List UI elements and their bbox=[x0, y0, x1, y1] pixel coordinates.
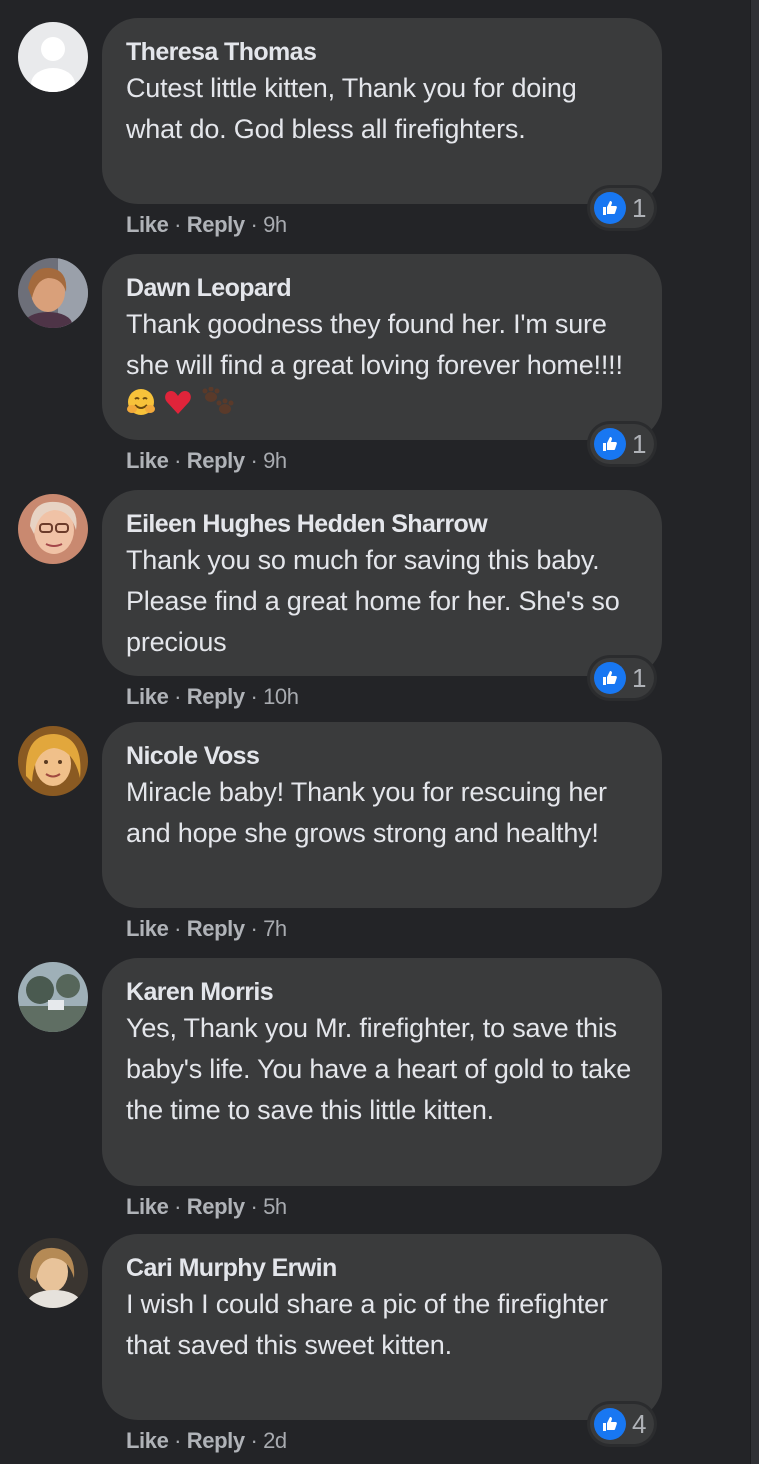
like-reaction-icon bbox=[594, 1408, 626, 1440]
avatar[interactable] bbox=[18, 726, 88, 796]
comment-text: Thank you so much for saving this baby. … bbox=[126, 545, 620, 657]
red-heart-emoji bbox=[163, 387, 193, 429]
reply-link[interactable]: Reply bbox=[187, 212, 245, 237]
separator: · bbox=[174, 1194, 182, 1219]
reaction-summary[interactable]: 1 bbox=[590, 658, 655, 698]
reply-link[interactable]: Reply bbox=[187, 1194, 245, 1219]
reaction-summary[interactable]: 1 bbox=[590, 424, 655, 464]
comment-bubble[interactable]: Karen Morris Yes, Thank you Mr. firefigh… bbox=[102, 958, 662, 1186]
like-reaction-icon bbox=[594, 192, 626, 224]
reaction-count: 1 bbox=[632, 429, 647, 459]
timestamp[interactable]: 9h bbox=[263, 212, 287, 237]
like-reaction-icon bbox=[594, 662, 626, 694]
comment-text: Thank goodness they found her. I'm sure … bbox=[126, 309, 623, 380]
separator: · bbox=[250, 684, 258, 709]
avatar[interactable] bbox=[18, 962, 88, 1032]
reaction-count: 1 bbox=[632, 193, 647, 223]
like-link[interactable]: Like bbox=[126, 1428, 169, 1453]
comment-text: Yes, Thank you Mr. firefighter, to save … bbox=[126, 1013, 632, 1125]
separator: · bbox=[250, 1194, 258, 1219]
timestamp[interactable]: 10h bbox=[263, 684, 299, 709]
profile-photo bbox=[18, 1238, 88, 1308]
comment-text: Cutest little kitten, Thank you for doin… bbox=[126, 73, 577, 144]
comment-bubble[interactable]: Nicole Voss Miracle baby! Thank you for … bbox=[102, 722, 662, 908]
like-link[interactable]: Like bbox=[126, 684, 169, 709]
comment-bubble[interactable]: Dawn Leopard Thank goodness they found h… bbox=[102, 254, 662, 440]
profile-photo bbox=[18, 494, 88, 564]
separator: · bbox=[250, 448, 258, 473]
profile-photo bbox=[18, 962, 88, 1032]
timestamp[interactable]: 9h bbox=[263, 448, 287, 473]
like-reaction-icon bbox=[594, 428, 626, 460]
reply-link[interactable]: Reply bbox=[187, 448, 245, 473]
comment-text: I wish I could share a pic of the firefi… bbox=[126, 1289, 608, 1360]
separator: · bbox=[250, 212, 258, 237]
separator: · bbox=[174, 448, 182, 473]
paw-prints-emoji bbox=[201, 386, 235, 429]
comment-actions: Like · Reply · 10h bbox=[126, 682, 299, 712]
avatar[interactable] bbox=[18, 1238, 88, 1308]
reply-link[interactable]: Reply bbox=[187, 916, 245, 941]
default-avatar-icon bbox=[18, 22, 88, 92]
like-link[interactable]: Like bbox=[126, 916, 169, 941]
comment-author[interactable]: Cari Murphy Erwin bbox=[126, 1252, 638, 1284]
like-link[interactable]: Like bbox=[126, 212, 169, 237]
comment-actions: Like · Reply · 9h bbox=[126, 210, 287, 240]
comment-actions: Like · Reply · 2d bbox=[126, 1426, 287, 1456]
separator: · bbox=[250, 916, 258, 941]
reaction-summary[interactable]: 4 bbox=[590, 1404, 655, 1444]
profile-photo bbox=[18, 258, 88, 328]
comment-author[interactable]: Karen Morris bbox=[126, 976, 638, 1008]
separator: · bbox=[174, 916, 182, 941]
reply-link[interactable]: Reply bbox=[187, 684, 245, 709]
timestamp[interactable]: 5h bbox=[263, 1194, 287, 1219]
comment-bubble[interactable]: Theresa Thomas Cutest little kitten, Tha… bbox=[102, 18, 662, 204]
avatar[interactable] bbox=[18, 22, 88, 92]
separator: · bbox=[174, 684, 182, 709]
separator: · bbox=[250, 1428, 258, 1453]
hugging-face-emoji bbox=[126, 387, 156, 429]
comment-text: Miracle baby! Thank you for rescuing her… bbox=[126, 777, 607, 848]
comment-actions: Like · Reply · 7h bbox=[126, 914, 287, 944]
reply-link[interactable]: Reply bbox=[187, 1428, 245, 1453]
comment-actions: Like · Reply · 9h bbox=[126, 446, 287, 476]
separator: · bbox=[174, 1428, 182, 1453]
comment-actions: Like · Reply · 5h bbox=[126, 1192, 287, 1222]
timestamp[interactable]: 2d bbox=[263, 1428, 287, 1453]
reaction-count: 4 bbox=[632, 1409, 647, 1439]
reaction-summary[interactable]: 1 bbox=[590, 188, 655, 228]
separator: · bbox=[174, 212, 182, 237]
comment-bubble[interactable]: Eileen Hughes Hedden Sharrow Thank you s… bbox=[102, 490, 662, 676]
comment-bubble[interactable]: Cari Murphy Erwin I wish I could share a… bbox=[102, 1234, 662, 1420]
comment-author[interactable]: Theresa Thomas bbox=[126, 36, 638, 68]
timestamp[interactable]: 7h bbox=[263, 916, 287, 941]
comment-author[interactable]: Eileen Hughes Hedden Sharrow bbox=[126, 508, 638, 540]
comment-author[interactable]: Nicole Voss bbox=[126, 740, 638, 772]
reaction-count: 1 bbox=[632, 663, 647, 693]
like-link[interactable]: Like bbox=[126, 1194, 169, 1219]
profile-photo bbox=[18, 726, 88, 796]
like-link[interactable]: Like bbox=[126, 448, 169, 473]
comment-author[interactable]: Dawn Leopard bbox=[126, 272, 638, 304]
scrollbar[interactable] bbox=[750, 0, 759, 1464]
avatar[interactable] bbox=[18, 494, 88, 564]
comment-text-wrap: Thank goodness they found her. I'm sure … bbox=[126, 304, 638, 429]
avatar[interactable] bbox=[18, 258, 88, 328]
